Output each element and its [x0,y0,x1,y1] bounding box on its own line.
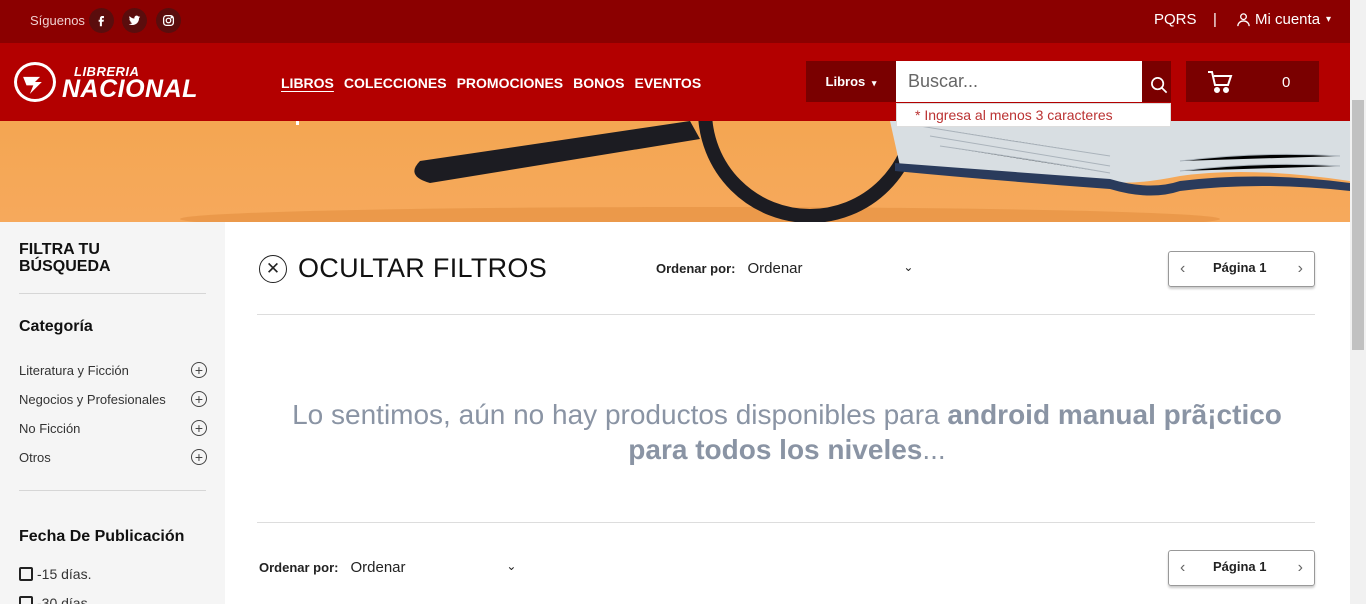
cart-button[interactable] [1186,61,1319,102]
account-label: Mi cuenta [1255,11,1321,28]
cart-count: 0 [1282,74,1291,91]
category-item[interactable]: Otros + [19,449,207,465]
instagram-icon[interactable] [156,8,181,33]
follow-label: Síguenos [30,13,85,28]
sort-select-value: Ordenar [350,559,406,576]
chevron-left-icon[interactable]: ‹ [1180,260,1185,278]
date-option-label: -15 días. [37,566,92,582]
top-bar: Síguenos PQRS | Mi cuenta ▾ [0,0,1350,43]
pagination-bottom: ‹ Página 1 › [1168,550,1315,586]
category-item[interactable]: Literatura y Ficción + [19,362,207,378]
account-menu[interactable]: Mi cuenta ▾ [1236,11,1331,28]
plus-circle-icon[interactable]: + [191,391,207,407]
chevron-down-icon: ⌄ [903,260,914,274]
hero-banner [0,121,1350,222]
date-filter-title: Fecha De Publicación [19,528,185,545]
divider [19,490,206,491]
close-circle-icon: ✕ [259,254,287,283]
cart-icon [1208,71,1233,93]
date-option[interactable]: -30 días. [19,595,91,604]
page-scrollbar[interactable] [1350,0,1366,604]
empty-results-message: Lo sentimos, aún no hay productos dispon… [262,397,1312,467]
search-input[interactable] [896,61,1142,102]
filter-title: FILTRA TU BÚSQUEDA [19,241,111,275]
category-label: Otros [19,450,51,465]
search-hint: * Ingresa al menos 3 caracteres [896,103,1171,127]
scrollbar-thumb[interactable] [1352,100,1364,350]
search-category-select[interactable]: Libros ▾ [806,61,896,102]
empty-message-prefix: Lo sentimos, aún no hay productos dispon… [292,399,948,430]
empty-message-suffix: ... [922,434,946,465]
divider [19,293,206,294]
user-icon [1237,13,1250,27]
divider [257,522,1315,523]
sort-select[interactable]: Ordenar ⌄ [350,559,516,576]
page: Síguenos PQRS | Mi cuenta ▾ LIBRERIA NAC… [0,0,1366,604]
category-title: Categoría [19,318,93,335]
sort-control-top: Ordenar por: Ordenar ⌄ [656,260,913,277]
hero-image [180,121,1350,222]
sort-label: Ordenar por: [656,261,736,276]
hide-filters-label: OCULTAR FILTROS [298,253,548,283]
chevron-down-icon: ⌄ [506,559,517,573]
main-header: LIBRERIA NACIONAL LIBROS COLECCIONES PRO… [0,43,1350,127]
nav-item-colecciones[interactable]: COLECCIONES [344,75,447,91]
main-nav: LIBROS COLECCIONES PROMOCIONES BONOS EVE… [281,75,701,91]
chevron-right-icon[interactable]: › [1298,559,1303,577]
filter-sidebar: FILTRA TU BÚSQUEDA Categoría Literatura … [0,222,225,604]
checkbox[interactable] [19,567,33,581]
logo[interactable]: LIBRERIA NACIONAL [14,61,219,105]
page-label: Página 1 [1213,559,1267,574]
plus-circle-icon[interactable]: + [191,420,207,436]
facebook-icon[interactable] [89,8,114,33]
chevron-left-icon[interactable]: ‹ [1180,559,1185,577]
nav-item-libros[interactable]: LIBROS [281,75,334,91]
pqrs-link[interactable]: PQRS [1154,11,1197,28]
hide-filters-button[interactable]: ✕ OCULTAR FILTROS [259,253,547,284]
search-icon [1150,76,1167,93]
category-item[interactable]: Negocios y Profesionales + [19,391,207,407]
sort-label: Ordenar por: [259,560,339,575]
logo-text-bottom: NACIONAL [62,75,198,103]
checkbox[interactable] [19,596,33,604]
search-button[interactable] [1142,61,1171,102]
category-label: No Ficción [19,421,81,436]
pagination-top: ‹ Página 1 › [1168,251,1315,287]
category-label: Literatura y Ficción [19,363,129,378]
plus-circle-icon[interactable]: + [191,449,207,465]
category-label: Negocios y Profesionales [19,392,166,407]
plus-circle-icon[interactable]: + [191,362,207,378]
date-option-label: -30 días. [37,595,92,604]
search-category-label: Libros [825,74,866,89]
nav-item-bonos[interactable]: BONOS [573,75,624,91]
sort-select-value: Ordenar [747,260,803,277]
sort-control-bottom: Ordenar por: Ordenar ⌄ [259,559,516,576]
date-option[interactable]: -15 días. [19,566,91,582]
sort-select[interactable]: Ordenar ⌄ [747,260,913,277]
nav-item-promociones[interactable]: PROMOCIONES [457,75,564,91]
chevron-down-icon: ▾ [1326,14,1332,25]
divider [257,314,1315,315]
category-item[interactable]: No Ficción + [19,420,207,436]
separator: | [1213,11,1217,28]
logo-mark-icon [14,62,56,102]
chevron-right-icon[interactable]: › [1298,260,1303,278]
page-label: Página 1 [1213,260,1267,275]
twitter-icon[interactable] [122,8,147,33]
chevron-down-icon: ▾ [871,78,877,88]
nav-item-eventos[interactable]: EVENTOS [635,75,702,91]
